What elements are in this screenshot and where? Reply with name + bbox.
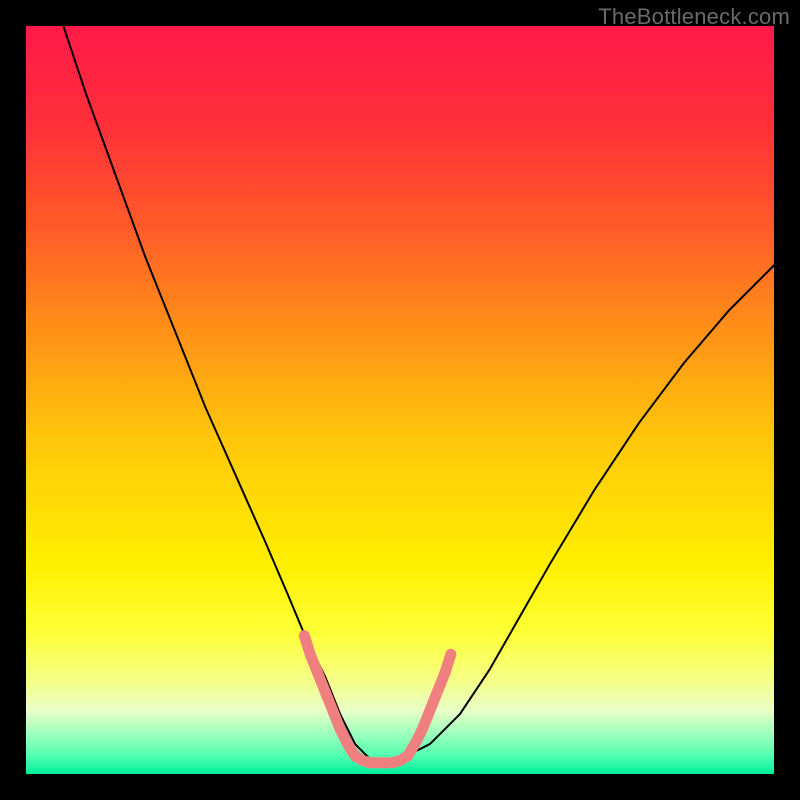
bottleneck-chart (26, 26, 774, 774)
chart-background (26, 26, 774, 774)
chart-container: TheBottleneck.com (0, 0, 800, 800)
